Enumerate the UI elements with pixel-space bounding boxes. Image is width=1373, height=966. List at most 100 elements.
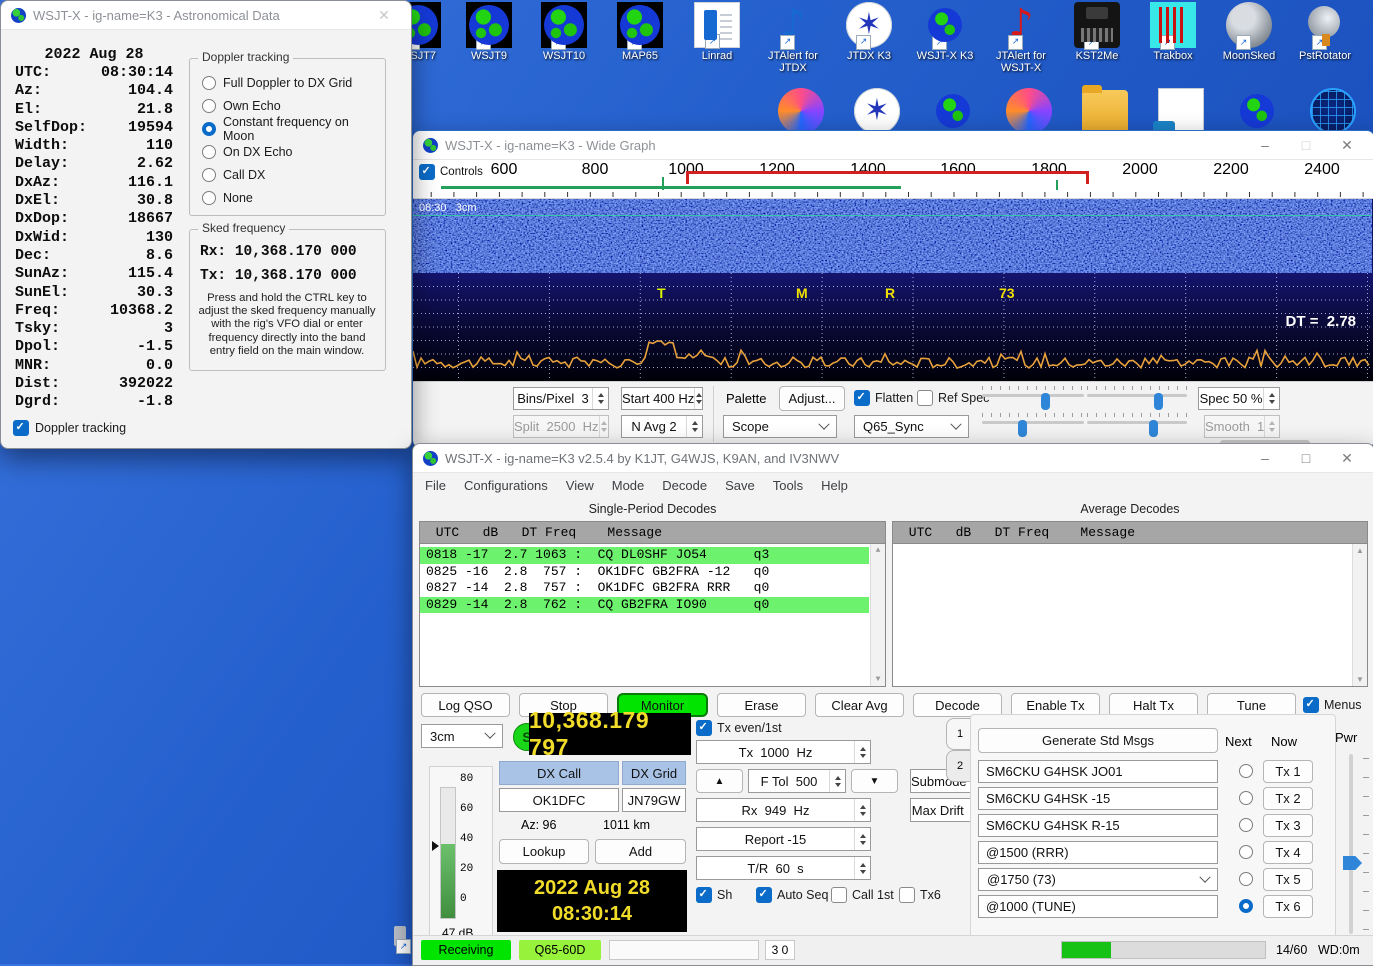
tx-even-toggle[interactable]: Tx even/1st [696,720,782,736]
menus-toggle[interactable]: Menus [1303,697,1362,713]
call-1st-toggle[interactable]: Call 1st [831,887,894,903]
tx1-next-radio[interactable] [1239,764,1253,778]
radio-icon[interactable] [202,76,216,90]
maximize-button[interactable]: □ [1289,131,1323,159]
desktop-icon-jtalert-jtdx[interactable]: ♪↗JTAlert for JTDX [757,2,829,74]
rx-freq-spinner[interactable]: Rx 949 Hz [696,798,871,822]
ftol-spinner[interactable]: F Tol 500 [748,769,846,793]
lookup-button[interactable]: Lookup [499,839,589,864]
flatten-checkbox[interactable] [854,390,870,406]
refspec-checkbox[interactable] [917,390,933,406]
menus-checkbox[interactable] [1303,697,1319,713]
tx6-toggle[interactable]: Tx6 [899,887,941,903]
scroll-down-icon[interactable]: ▼ [1356,675,1364,684]
close-button[interactable]: ✕ [1330,444,1364,472]
adjust-button[interactable]: Adjust... [779,386,845,411]
clear-avg-button[interactable]: Clear Avg [815,693,904,717]
desktop-icon-earth3[interactable] [1221,88,1293,134]
decode-row[interactable]: 0829 -14 2.8 762 : CQ GB2FRA IO90 q0 [420,597,869,614]
slider-gain-top[interactable] [982,386,1084,408]
desktop-icon-compass2[interactable]: ✶ [841,88,913,134]
desktop-icon-pstrotator[interactable]: ↗PstRotator [1289,2,1361,62]
add-button[interactable]: Add [595,839,686,864]
tx4-next-radio[interactable] [1239,845,1253,859]
radio-call-dx[interactable]: Call DX [202,163,379,186]
desktop-icon-wsjt10[interactable]: ↗WSJT10 [528,2,600,62]
radio-icon[interactable] [202,191,216,205]
tx3-now-button[interactable]: Tx 3 [1263,814,1313,837]
astro-titlebar[interactable]: WSJT-X - ig-name=K3 - Astronomical Data … [1,1,411,30]
minimize-button[interactable]: – [1248,444,1282,472]
frequency-display[interactable]: 10,368.179 797 [529,713,691,755]
radio-icon[interactable] [202,99,216,113]
doppler-tracking-checkbox[interactable] [13,420,29,436]
waterfall[interactable]: 08:30 3cm [413,199,1373,273]
pwr-slider[interactable] [1343,754,1369,934]
spinner-arrows[interactable] [592,388,608,409]
spectrum-type-combo[interactable]: Q65_Sync [854,415,969,438]
generate-std-msgs-button[interactable]: Generate Std Msgs [978,728,1218,753]
tx-even-checkbox[interactable] [696,720,712,736]
spinner-arrows[interactable] [854,799,870,821]
desktop-icon-jtalert-wsjtx[interactable]: ♪↗JTAlert for WSJT-X [985,2,1057,74]
minimize-button[interactable]: – [1248,131,1282,159]
close-button[interactable]: ✕ [367,1,401,29]
slider-gain-bottom[interactable] [982,413,1084,435]
menu-file[interactable]: File [425,478,446,493]
radio-none[interactable]: None [202,186,379,209]
tr-period-spinner[interactable]: T/R 60 s [696,856,871,880]
radio-on-dx-echo[interactable]: On DX Echo [202,140,379,163]
menu-view[interactable]: View [566,478,594,493]
tx4-message-field[interactable]: @1500 (RRR) [978,841,1218,864]
radio-icon[interactable] [202,168,216,182]
spinner-arrows[interactable] [829,770,845,792]
sh-checkbox[interactable] [696,887,712,903]
auto-seq-checkbox[interactable] [756,887,772,903]
tx2-message-field[interactable]: SM6CKU G4HSK -15 [978,787,1218,810]
spinner-arrows[interactable] [686,416,702,437]
desktop-icon-kst2me[interactable]: ↗KST2Me [1061,2,1133,62]
menu-configurations[interactable]: Configurations [464,478,548,493]
desktop-icon-earth2[interactable] [917,88,989,134]
start-hz-spinner[interactable]: Start 400 Hz [621,387,703,410]
tx3-next-radio[interactable] [1239,818,1253,832]
bins-per-pixel-spinner[interactable]: Bins/Pixel 3 [513,387,609,410]
spinner-arrows[interactable] [854,857,870,879]
tx-freq-spinner[interactable]: Tx 1000 Hz [696,740,871,764]
vertical-scrollbar[interactable]: ▲▼ [870,544,885,686]
spinner-arrows[interactable] [1263,388,1279,409]
band-select[interactable]: 3cm [421,724,503,748]
average-decodes-list[interactable]: ▲▼ [892,543,1368,687]
menu-tools[interactable]: Tools [773,478,803,493]
maximize-button[interactable]: □ [1289,444,1323,472]
desktop-icon-trakbox[interactable]: ↗Trakbox [1137,2,1209,62]
desktop-icon-wsjtx-k3[interactable]: ↗WSJT-X K3 [909,2,981,62]
dx-call-input[interactable]: OK1DFC [499,788,619,812]
slider-zero-bottom[interactable] [1087,413,1187,435]
doppler-tracking-toggle[interactable]: Doppler tracking [13,420,126,436]
rx-to-tx-button[interactable]: ▼ [851,769,898,793]
main-titlebar[interactable]: WSJT-X - ig-name=K3 v2.5.4 by K1JT, G4WJ… [413,444,1373,473]
tx6-next-radio[interactable] [1239,899,1253,913]
desktop-icon-linrad[interactable]: ↗Linrad [681,2,753,62]
desktop-icon-wsjt9[interactable]: ↗WSJT9 [453,2,525,62]
radio-constant-freq-moon[interactable]: Constant frequency on Moon [202,117,379,140]
tx2-next-radio[interactable] [1239,791,1253,805]
desktop-icon-orb1[interactable] [765,88,837,134]
radio-icon[interactable] [202,145,216,159]
vertical-scrollbar[interactable]: ▲▼ [1352,544,1367,686]
desktop-icon-jtdx-k3[interactable]: ✶↗JTDX K3 [833,2,905,62]
menu-save[interactable]: Save [725,478,755,493]
tx6-now-button[interactable]: Tx 6 [1263,895,1313,918]
tab-2[interactable]: 2 [946,750,973,782]
erase-button[interactable]: Erase [717,693,806,717]
decode-row[interactable]: 0818 -17 2.7 1063 : CQ DL0SHF JO54 q3 [420,547,869,564]
tx1-now-button[interactable]: Tx 1 [1263,760,1313,783]
desktop-icon-orb2[interactable] [993,88,1065,134]
scroll-up-icon[interactable]: ▲ [1356,546,1364,555]
dx-grid-input[interactable]: JN79GW [622,788,686,812]
radio-full-doppler[interactable]: Full Doppler to DX Grid [202,71,379,94]
spinner-arrows[interactable] [854,741,870,763]
spectrum-plot[interactable]: T M R 73 DT = 2.78 [413,273,1373,381]
spinner-arrows[interactable] [694,388,702,409]
